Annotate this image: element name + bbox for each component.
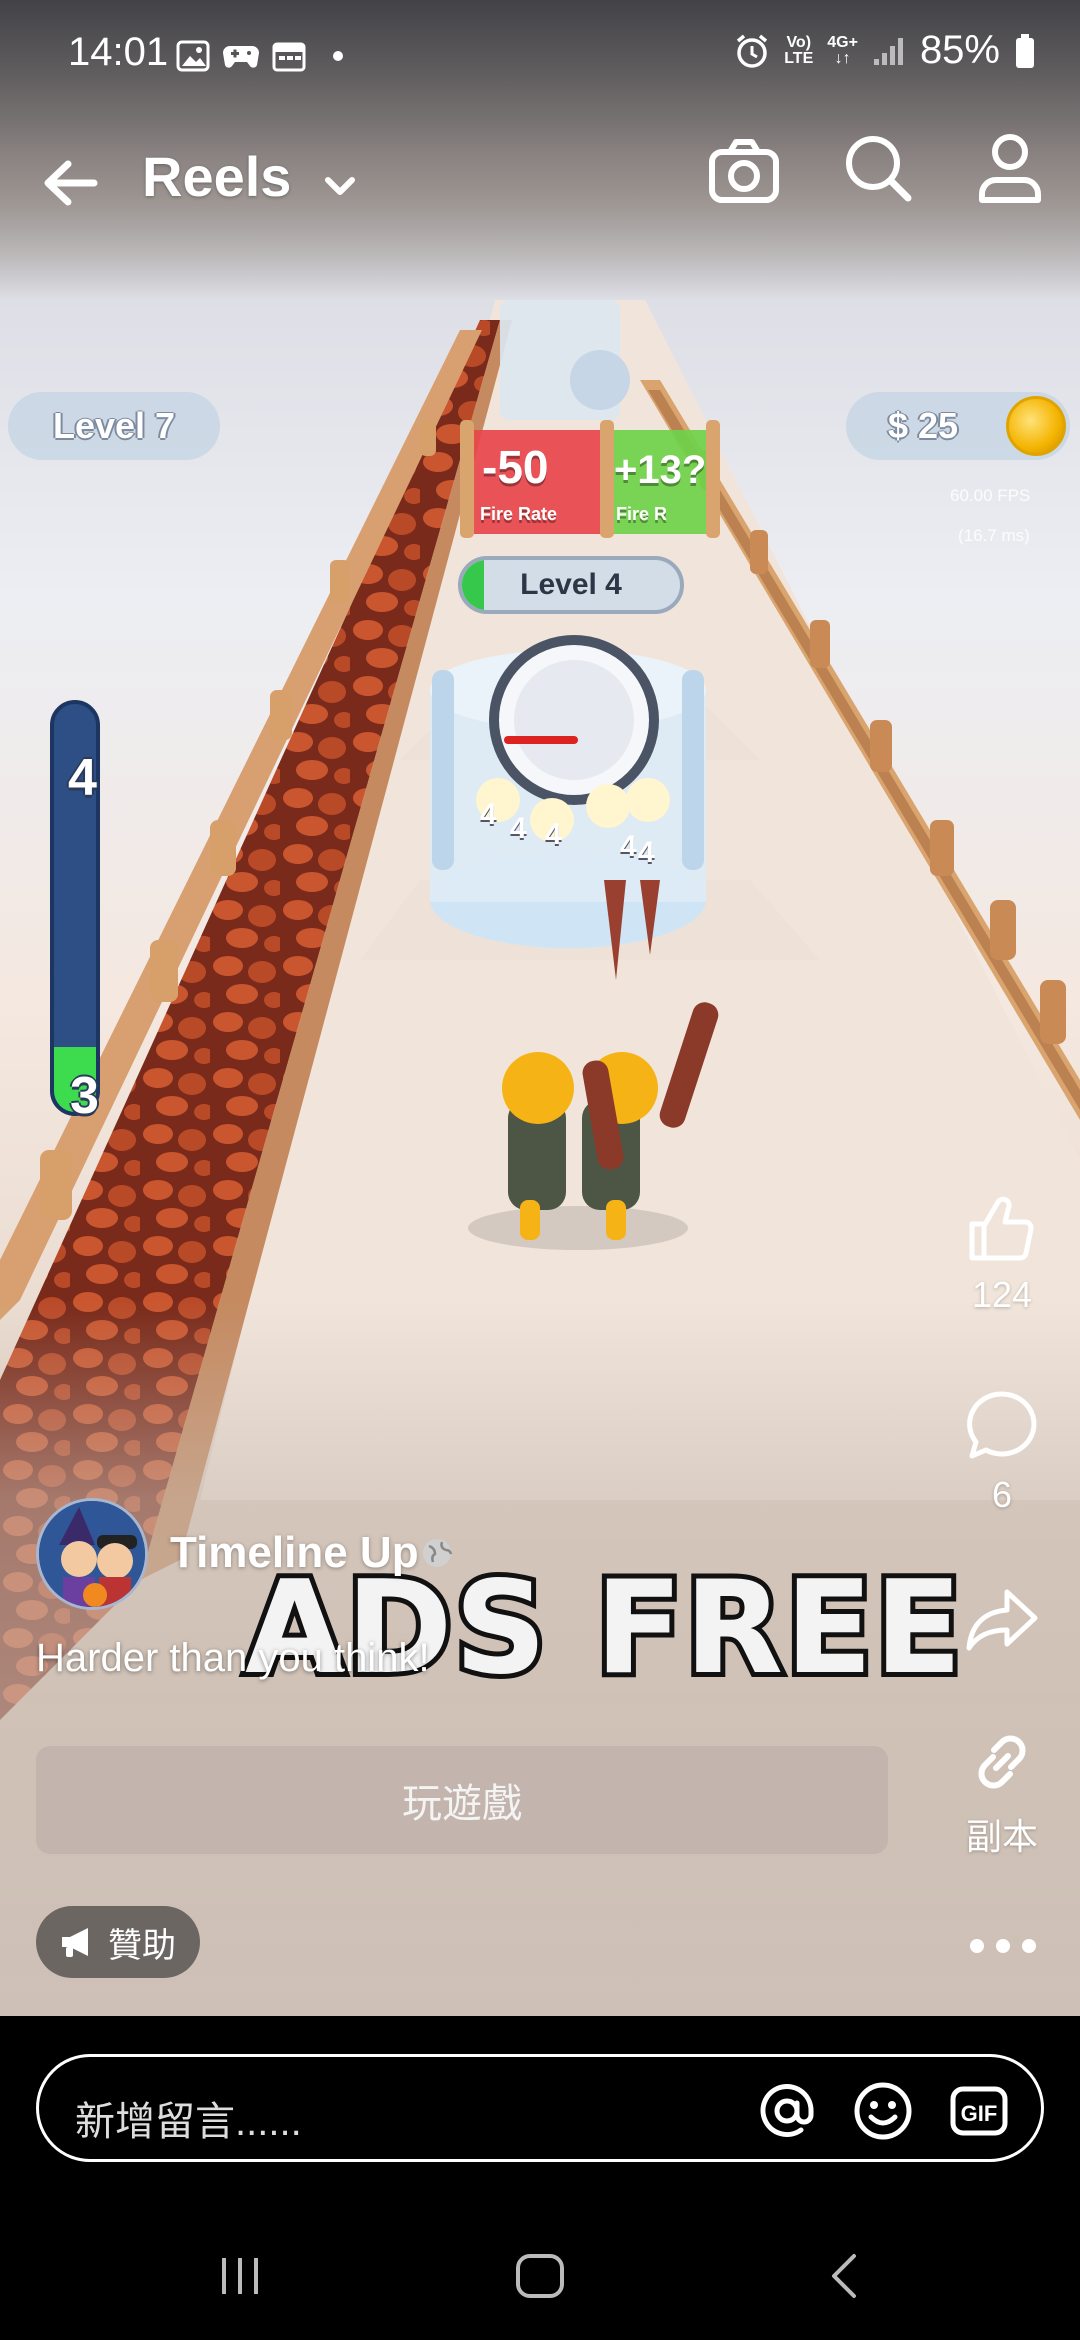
share-action[interactable] [940, 1582, 1064, 1660]
back-arrow-icon[interactable] [36, 148, 106, 218]
progress-top-number: 4 [68, 749, 97, 807]
comment-placeholder: 新增留言...... [75, 2100, 302, 2144]
turret-level-bar: Level 4 [458, 556, 684, 614]
copy-link-action[interactable]: 副本 [940, 1724, 1064, 1860]
emoji-icon[interactable] [851, 2079, 915, 2143]
battery-percent: 85% [919, 28, 1000, 72]
gif-icon[interactable]: GIF [947, 2079, 1011, 2143]
back-icon[interactable] [818, 2248, 874, 2304]
like-count: 124 [971, 1274, 1033, 1315]
ammo-digit: 4 [545, 818, 562, 851]
svg-text:GIF: GIF [961, 2101, 998, 2126]
coin-icon [1006, 396, 1066, 456]
status-bar: 14:01 Vo) LTE 4G+ ↓↑ 85% [0, 0, 1080, 112]
status-right-group: Vo) LTE 4G+ ↓↑ 85% [734, 28, 1036, 73]
progress-bottom-number: 3 [70, 1067, 99, 1125]
comment-action[interactable]: 6 [940, 1388, 1064, 1516]
money-amount: $ 25 [888, 405, 959, 446]
dot-icon [333, 51, 343, 61]
ammo-digit: 4 [510, 812, 527, 845]
play-game-button[interactable]: 玩遊戲 [36, 1746, 888, 1854]
copy-label: 副本 [965, 1816, 1038, 1857]
search-icon[interactable] [838, 128, 918, 208]
game-controller-icon [223, 46, 259, 68]
game-level-badge: Level 7 [8, 392, 220, 460]
battery-icon [1016, 33, 1034, 68]
reels-header: Reels [0, 120, 1080, 240]
ammo-digit: 4 [480, 798, 497, 831]
signal-icon [873, 37, 903, 65]
system-nav-bar [0, 2216, 1080, 2340]
sponsored-label: 贊助 [108, 1926, 176, 1965]
gate-red-label: Fire Rate [480, 504, 558, 524]
status-time: 14:01 [68, 30, 169, 74]
more-icon[interactable] [970, 1928, 1036, 1964]
fps-ms-readout: (16.7 ms) [958, 526, 1030, 545]
ammo-digit: 4 [620, 830, 637, 863]
comment-bar: 新增留言...... GIF [0, 2016, 1080, 2216]
comment-count: 6 [991, 1474, 1013, 1515]
comment-icon[interactable] [963, 1388, 1041, 1466]
comment-input[interactable]: 新增留言...... GIF [36, 2054, 1044, 2162]
share-icon[interactable] [963, 1582, 1041, 1660]
gate-green-value: +13? [614, 448, 707, 492]
image-icon [176, 40, 210, 72]
megaphone-icon [62, 1928, 88, 1957]
profile-icon[interactable] [970, 128, 1050, 208]
sponsored-badge[interactable]: 贊助 [36, 1906, 200, 1978]
reel-video[interactable]: Level 7 $ 25 60.00 FPS (16.7 ms) -50 Fir… [0, 0, 1080, 2016]
home-icon[interactable] [512, 2248, 568, 2304]
turret [430, 635, 706, 980]
post-caption[interactable]: Harder than you think! [36, 1636, 430, 1681]
data-type-label: 4G+ [827, 33, 858, 51]
ammo-digit: 4 [638, 836, 655, 869]
page-title[interactable]: Reels [142, 144, 291, 209]
chevron-down-icon[interactable] [318, 164, 362, 208]
mention-icon[interactable] [755, 2079, 819, 2143]
like-icon[interactable] [964, 1190, 1040, 1266]
camera-icon[interactable] [704, 130, 784, 210]
game-money-badge: $ 25 [846, 392, 1070, 460]
avatar[interactable] [36, 1498, 148, 1610]
fps-readout: 60.00 FPS [950, 486, 1031, 505]
gate-red-value: -50 [482, 441, 549, 493]
data-arrows-icon: 4G+ ↓↑ [827, 33, 858, 67]
calendar-icon [272, 42, 306, 72]
volte-icon: Vo) LTE [784, 33, 814, 67]
globe-icon [423, 1539, 453, 1567]
alarm-icon [737, 34, 768, 68]
author-name[interactable]: Timeline Up [170, 1528, 419, 1578]
gate-green-label: Fire R [616, 504, 668, 524]
turret-level-label: Level 4 [520, 568, 622, 601]
link-icon[interactable] [964, 1724, 1040, 1800]
volte-bottom-label: LTE [784, 49, 814, 67]
volte-top-label: Vo) [786, 33, 812, 51]
like-action[interactable]: 124 [940, 1190, 1064, 1316]
recent-apps-icon[interactable] [212, 2248, 268, 2304]
